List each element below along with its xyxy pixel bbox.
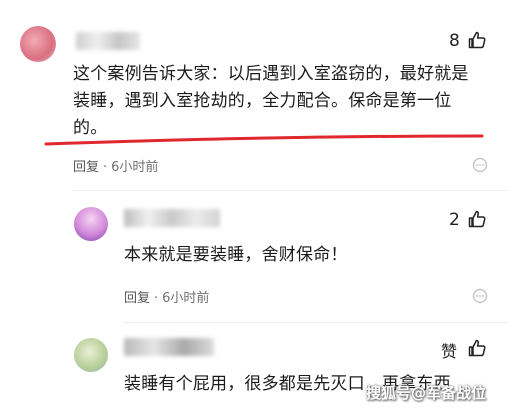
timestamp: 6小时前: [111, 160, 159, 175]
divider: [124, 322, 508, 323]
comment-meta: 回复 · 6小时前: [73, 156, 158, 175]
meta-separator: ·: [154, 291, 159, 306]
username-blurred[interactable]: [124, 338, 214, 356]
avatar[interactable]: [20, 26, 56, 62]
comment-text: 本来就是要装睡，舍财保命！: [124, 245, 348, 265]
avatar[interactable]: [74, 338, 108, 372]
comment-text-line: 装睡，遇到入室抢劫的，全力配合。保命是第一位: [73, 91, 452, 111]
comment-meta: 回复 · 6小时前: [124, 287, 209, 306]
username-blurred[interactable]: [124, 209, 220, 227]
more-icon[interactable]: [472, 288, 488, 308]
watermark: 搜狐号@军备战位: [366, 384, 487, 402]
timestamp: 6小时前: [162, 291, 210, 306]
thumbs-up-icon[interactable]: [467, 30, 487, 50]
like-label: 赞: [441, 342, 458, 361]
like-count: 2: [449, 210, 460, 230]
avatar[interactable]: [74, 207, 108, 241]
comment-1: 8 这个案例告诉大家：以后遇到入室盗窃的，最好就是 装睡，遇到入室抢劫的，全力配…: [0, 0, 508, 190]
like-count: 8: [449, 31, 460, 51]
thumbs-up-icon[interactable]: [467, 338, 487, 358]
more-icon[interactable]: [472, 157, 488, 177]
thumbs-up-icon[interactable]: [467, 209, 487, 229]
username-blurred[interactable]: [76, 32, 140, 50]
reply-button[interactable]: 回复: [73, 160, 99, 175]
red-underline-annotation: [44, 128, 484, 152]
meta-separator: ·: [103, 160, 108, 175]
reply-button[interactable]: 回复: [124, 291, 150, 306]
reply-1: 2 本来就是要装睡，舍财保命！ 回复 · 6小时前: [0, 195, 508, 315]
divider: [73, 190, 508, 191]
comment-text-line: 这个案例告诉大家：以后遇到入室盗窃的，最好就是: [73, 64, 469, 84]
